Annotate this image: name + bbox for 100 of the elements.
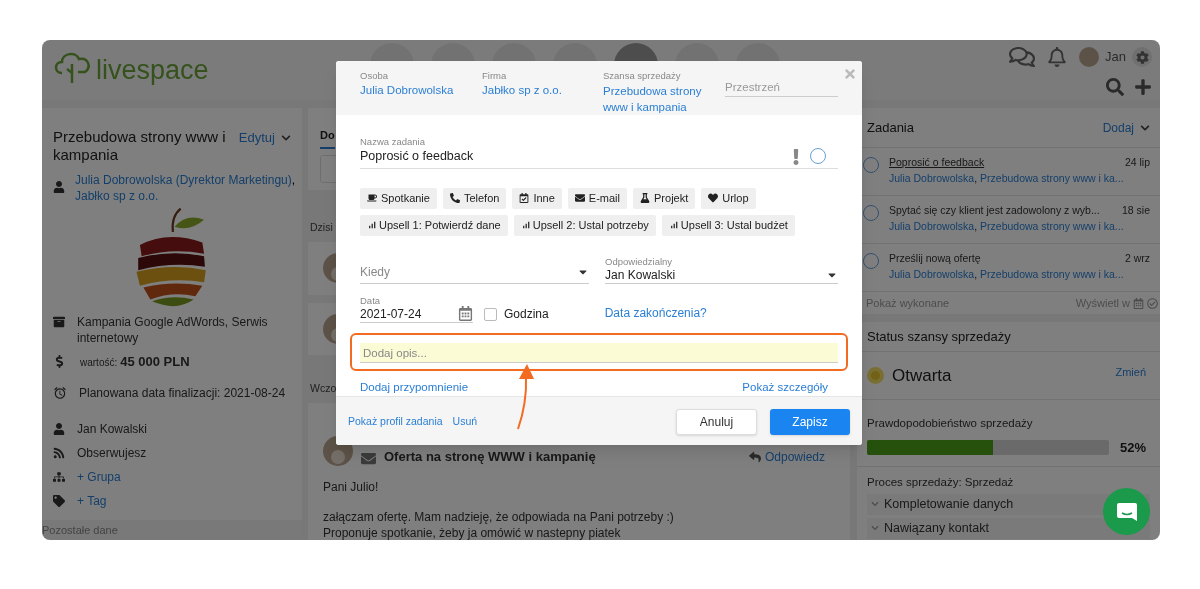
chevron-down-icon xyxy=(1140,122,1150,133)
person-icon xyxy=(53,181,65,193)
type-button[interactable]: Inne xyxy=(512,187,562,209)
separator: , xyxy=(974,220,978,232)
archive-icon xyxy=(53,316,65,328)
close-date-text: Planowana data finalizacji: 2021-08-24 xyxy=(79,384,286,402)
save-button[interactable]: Zapisz xyxy=(770,408,850,435)
email-subject: Oferta na stronę WWW i kampanię xyxy=(384,447,596,466)
rss-icon xyxy=(53,446,65,459)
envelope-icon xyxy=(574,193,585,204)
tag-icon xyxy=(53,494,65,507)
calendar-icon xyxy=(1133,297,1144,309)
type-button[interactable]: Projekt xyxy=(633,187,696,209)
person-icon xyxy=(53,422,65,435)
email-text: Pani Julio! xyxy=(323,480,380,494)
separator: , xyxy=(291,173,296,187)
user-name[interactable]: Jan xyxy=(1105,47,1126,67)
cup-icon xyxy=(367,193,377,204)
task-title: Poprosić o feedback xyxy=(889,155,985,170)
search-icon xyxy=(1106,78,1124,96)
sitemap-icon xyxy=(53,470,65,483)
space-field[interactable]: Przestrzeń xyxy=(725,77,838,97)
deal-link[interactable]: Przebudowa strony www i ka... xyxy=(980,268,1124,280)
signal-icon xyxy=(520,220,531,231)
reply-link[interactable]: Odpowiedz xyxy=(748,448,825,466)
bell-icon xyxy=(1047,47,1068,67)
calendar-check-icon xyxy=(519,193,530,204)
company-link[interactable]: Jabłko sp z o.o. xyxy=(482,83,603,99)
separator: , xyxy=(974,268,978,280)
logo-text: livespace xyxy=(96,57,209,85)
value-label: wartość: xyxy=(80,356,118,370)
description-field[interactable]: Dodaj opis... xyxy=(360,343,838,364)
process-label: Proces sprzedaży: Sprzedaż xyxy=(867,475,1014,488)
show-details-link[interactable]: Pokaż szczegóły xyxy=(742,378,828,396)
deal-link[interactable]: Przebudowa strony www i ka... xyxy=(980,172,1124,184)
separator: , xyxy=(974,172,978,184)
contact-link[interactable]: Julia Dobrowolska (Dyrektor Marketingu) xyxy=(75,173,292,187)
deal-title: Przebudowa strony www i kampania xyxy=(53,128,227,164)
upsell-button[interactable]: Upsell 1: Potwierdź dane xyxy=(360,214,508,236)
type-button[interactable]: Urlop xyxy=(701,187,756,209)
chevron-down-icon xyxy=(281,132,291,143)
envelope-icon xyxy=(361,451,376,466)
chat-icon xyxy=(1115,501,1138,522)
upsell-button[interactable]: Upsell 3: Ustal budżet xyxy=(661,214,795,236)
type-button[interactable]: Telefon xyxy=(442,187,507,209)
task-title: Spytać się czy klient jest zadowolony z wyb... xyxy=(889,203,1100,218)
chevron-down-icon xyxy=(871,500,879,509)
end-date-link[interactable]: Data zakończenia? xyxy=(604,303,707,322)
alarm-clock-icon xyxy=(53,385,67,400)
when-dropdown[interactable]: Kiedy xyxy=(360,261,590,284)
flask-icon xyxy=(640,193,650,204)
add-task-button[interactable]: Dodaj xyxy=(1102,118,1150,137)
signal-icon xyxy=(668,220,679,231)
field-label: Osoba xyxy=(360,69,389,83)
add-group-link[interactable]: + Grupa xyxy=(77,467,121,486)
following-text: Obserwujesz xyxy=(77,444,147,462)
type-button[interactable]: E-mail xyxy=(567,187,627,209)
phone-icon xyxy=(449,193,460,204)
delete-link[interactable]: Usuń xyxy=(452,413,478,430)
products-text: Kampania Google AdWords, Serwis internetowy xyxy=(77,314,269,346)
signal-icon xyxy=(367,220,377,231)
owner-name: Jan Kowalski xyxy=(77,420,148,438)
edit-button[interactable]: Edytuj xyxy=(238,128,291,148)
email-text: załączam ofertę. Mam nadzieję, że odpowiada na Pani potrzeby :) xyxy=(323,510,675,524)
add-reminder-link[interactable]: Dodaj przypomnienie xyxy=(360,378,469,396)
task-date: 2 wrz xyxy=(1124,251,1151,266)
add-tag-link[interactable]: + Tag xyxy=(77,491,107,510)
close-icon[interactable] xyxy=(843,67,857,81)
settings-icon[interactable] xyxy=(1132,47,1152,67)
date-field[interactable]: Data 2021-07-24 xyxy=(360,295,473,323)
task-date: 24 lip xyxy=(1124,155,1151,170)
type-button[interactable]: Spotkanie xyxy=(360,187,437,209)
heart-icon xyxy=(708,193,719,204)
dollar-icon xyxy=(53,355,66,369)
tab[interactable]: Do xyxy=(320,127,335,149)
plus-icon xyxy=(1134,78,1152,96)
status-text: Otwarta xyxy=(892,364,952,387)
panel-title: Zadania xyxy=(867,118,914,137)
calendar-icon xyxy=(458,305,473,321)
cancel-button[interactable]: Anuluj xyxy=(676,408,757,435)
chat-icon xyxy=(1009,44,1036,70)
deal-link[interactable]: Przebudowa strony www i kampania xyxy=(603,83,713,116)
section-title: Dzisi xyxy=(310,220,333,236)
section-title: Wczo xyxy=(310,381,337,397)
owner-dropdown[interactable]: Odpowiedzialny Jan Kowalski xyxy=(605,255,838,284)
field-label: Szansa sprzedaży xyxy=(603,69,682,83)
deal-value: 45 000 PLN xyxy=(120,353,190,371)
task-name-field[interactable]: Nazwa zadania Poprosić o feedback xyxy=(360,137,838,169)
time-checkbox[interactable] xyxy=(484,307,497,321)
change-link[interactable]: Zmień xyxy=(1115,364,1150,381)
deal-link[interactable]: Przebudowa strony www i ka... xyxy=(980,220,1124,232)
person-link[interactable]: Julia Dobrowolska xyxy=(360,83,482,99)
probability-value: 52% xyxy=(1119,439,1147,457)
upsell-button[interactable]: Upsell 2: Ustal potrzeby xyxy=(513,214,656,236)
company-link[interactable]: Jabłko sp z o.o. xyxy=(75,189,159,203)
checkbox-label: Godzina xyxy=(504,305,549,323)
task-date: 18 sie xyxy=(1121,203,1151,218)
show-profile-link[interactable]: Pokaż profil zadania xyxy=(348,413,443,430)
avatar[interactable] xyxy=(1079,47,1100,67)
email-text: Proponuje spotkanie, żeby ja omówić w nastepny piatek xyxy=(323,526,622,540)
